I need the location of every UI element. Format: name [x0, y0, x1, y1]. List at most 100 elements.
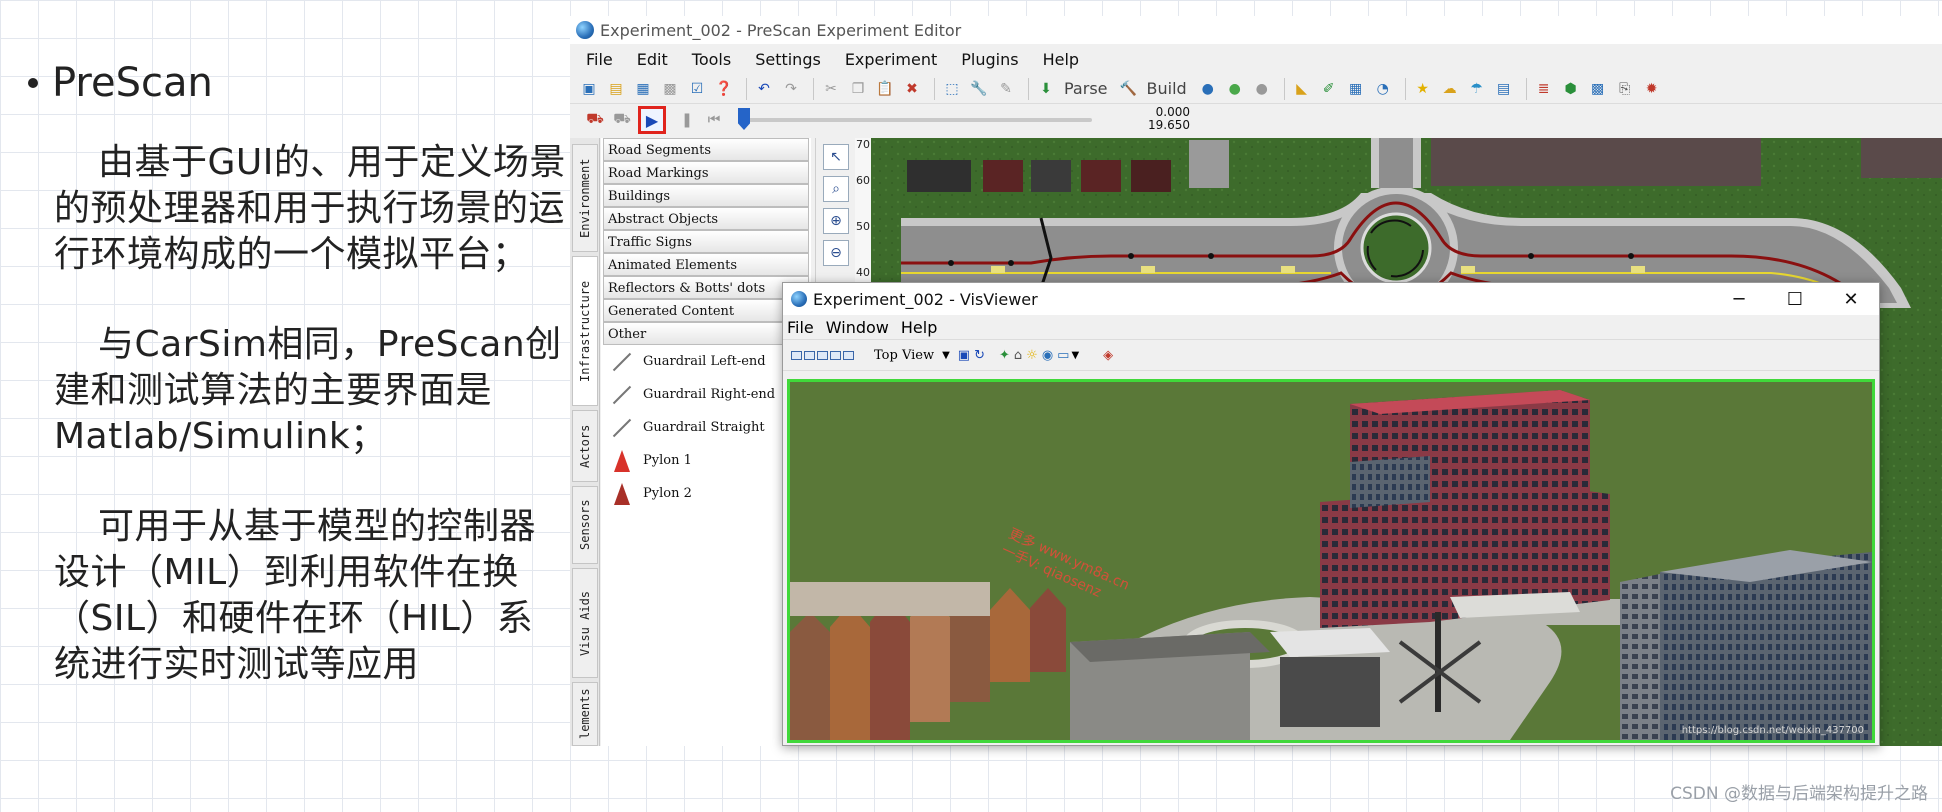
library-category[interactable]: Road Segments	[603, 138, 809, 161]
vehicle-stop-icon[interactable]: ⛟	[611, 109, 633, 131]
library-item-pylon-2[interactable]: Pylon 2	[601, 477, 811, 510]
help-icon[interactable]: ❓	[713, 78, 735, 100]
open-icon[interactable]: ▤	[605, 78, 627, 100]
bug-icon[interactable]: ✹	[1641, 78, 1663, 100]
parse-button[interactable]: Parse	[1064, 79, 1108, 98]
layout-quad-icon[interactable]	[830, 350, 841, 360]
checklist-icon[interactable]: ☑	[686, 78, 708, 100]
library-category[interactable]: Road Markings	[603, 161, 809, 184]
time-slider-handle[interactable]	[738, 108, 750, 130]
library-category[interactable]: Generated Content	[603, 299, 809, 322]
cut-icon[interactable]: ✂	[820, 78, 842, 100]
tab-infrastructure[interactable]: Infrastructure	[572, 256, 598, 406]
library-category[interactable]: Animated Elements	[603, 253, 809, 276]
menu-help[interactable]: Help	[1043, 50, 1079, 69]
vehicle-icon[interactable]: ▩	[1587, 78, 1609, 100]
undo-icon[interactable]: ↶	[753, 78, 775, 100]
library-item-guardrail-straight[interactable]: Guardrail Straight	[601, 411, 811, 444]
build-icon[interactable]: 🔨	[1118, 78, 1140, 100]
close-icon[interactable]: ✕	[1823, 283, 1879, 315]
zoom-out-icon[interactable]: ⊖	[823, 240, 849, 266]
home-icon[interactable]: ⌂	[1014, 348, 1022, 363]
library-item-guardrail-left-end[interactable]: Guardrail Left-end	[601, 345, 811, 378]
pen-icon[interactable]: ✎	[995, 78, 1017, 100]
time-slider-track[interactable]	[742, 118, 1092, 122]
menu-plugins[interactable]: Plugins	[961, 50, 1018, 69]
menu-settings[interactable]: Settings	[755, 50, 821, 69]
maximize-icon[interactable]: ☐	[1767, 283, 1823, 315]
globe-icon	[791, 291, 807, 307]
light-icon[interactable]: ☼	[1026, 348, 1038, 363]
wrench-icon[interactable]: 🔧	[968, 78, 990, 100]
menu-window[interactable]: Window	[826, 318, 889, 337]
save-icon[interactable]: ▣	[958, 348, 970, 363]
zoom-region-icon[interactable]: ⌕	[823, 176, 849, 202]
light-icon[interactable]: ☂	[1466, 78, 1488, 100]
monitor-icon[interactable]: ▭	[1057, 348, 1069, 363]
globe-icon[interactable]: ●	[1197, 78, 1219, 100]
library-category[interactable]: Abstract Objects	[603, 207, 809, 230]
tab-actors[interactable]: Actors	[572, 410, 598, 482]
parse-icon[interactable]: ⬇	[1035, 78, 1057, 100]
tab-visu-aids[interactable]: Visu Aids	[572, 568, 598, 678]
library-category[interactable]: Traffic Signs	[603, 230, 809, 253]
tab-environment[interactable]: Environment	[572, 144, 598, 252]
tab-sensors[interactable]: Sensors	[572, 486, 598, 564]
library-category[interactable]: Buildings	[603, 184, 809, 207]
save-icon[interactable]: ▦	[632, 78, 654, 100]
zoom-in-icon[interactable]: ⊕	[823, 208, 849, 234]
element-library: Road Segments Road Markings Buildings Ab…	[601, 138, 811, 746]
minimize-icon[interactable]: ─	[1711, 283, 1767, 315]
menu-file[interactable]: File	[586, 50, 613, 69]
library-category-other[interactable]: Other	[603, 322, 809, 345]
new-icon[interactable]: ▣	[578, 78, 600, 100]
view-select[interactable]: Top View ▼	[874, 348, 950, 363]
gauge-icon[interactable]: ◔	[1372, 78, 1394, 100]
vehicle-run-icon[interactable]: ⛟	[584, 109, 606, 131]
play-button[interactable]: ▶	[638, 106, 666, 134]
library-category[interactable]: Reflectors & Botts' dots	[603, 276, 809, 299]
chart-icon[interactable]: ▤	[1493, 78, 1515, 100]
tab-elements[interactable]: lements	[572, 682, 598, 746]
weather-icon[interactable]: ☁	[1439, 78, 1461, 100]
globe-gray-icon[interactable]: ●	[1251, 78, 1273, 100]
road-icon[interactable]: ◣	[1291, 78, 1313, 100]
star-icon[interactable]: ★	[1412, 78, 1434, 100]
copy-icon[interactable]: ❐	[847, 78, 869, 100]
menu-tools[interactable]: Tools	[692, 50, 731, 69]
3d-scene-view[interactable]: 更多 www.ym8a.cn 一手V: qiaosenz https://blo…	[787, 379, 1875, 743]
layout-triple-icon[interactable]	[817, 350, 828, 360]
path-icon[interactable]: ✐	[1318, 78, 1340, 100]
layout-split-icon[interactable]	[804, 350, 815, 360]
paste-icon[interactable]: 📋	[874, 78, 896, 100]
menu-experiment[interactable]: Experiment	[845, 50, 937, 69]
layers-icon[interactable]: ≣	[1533, 78, 1555, 100]
record-icon[interactable]: ◈	[1103, 348, 1113, 363]
layout-single-icon[interactable]	[791, 350, 802, 360]
shield-icon[interactable]: ⬢	[1560, 78, 1582, 100]
grid-icon[interactable]: ▦	[1345, 78, 1367, 100]
save-as-icon[interactable]: ▩	[659, 78, 681, 100]
layout-grid-icon[interactable]	[843, 350, 854, 360]
library-item-pylon-1[interactable]: Pylon 1	[601, 444, 811, 477]
camera-icon[interactable]: ✦	[999, 348, 1010, 363]
library-item-guardrail-right-end[interactable]: Guardrail Right-end	[601, 378, 811, 411]
select-region-icon[interactable]: ⬚	[941, 78, 963, 100]
pause-icon[interactable]: ❚	[676, 109, 698, 131]
chevron-down-icon[interactable]: ▼	[1071, 350, 1079, 361]
menu-help[interactable]: Help	[901, 318, 937, 337]
toolbar-separator	[1028, 77, 1029, 100]
menu-edit[interactable]: Edit	[637, 50, 668, 69]
rewind-icon[interactable]: ⏮	[703, 109, 725, 131]
export-icon[interactable]: ⎘	[1614, 78, 1636, 100]
pointer-icon[interactable]: ↖	[823, 144, 849, 170]
redo-icon[interactable]: ↷	[780, 78, 802, 100]
menu-file[interactable]: File	[787, 318, 814, 337]
refresh-icon[interactable]: ↻	[974, 348, 985, 363]
ruler-tick: 50	[856, 220, 870, 233]
info-icon[interactable]: ◉	[1042, 348, 1053, 363]
globe-green-icon[interactable]: ●	[1224, 78, 1246, 100]
build-button[interactable]: Build	[1147, 79, 1187, 98]
slide-paragraph: 与CarSim相同，PreScan创建和测试算法的主要界面是Matlab/Sim…	[54, 324, 562, 457]
delete-icon[interactable]: ✖	[901, 78, 923, 100]
